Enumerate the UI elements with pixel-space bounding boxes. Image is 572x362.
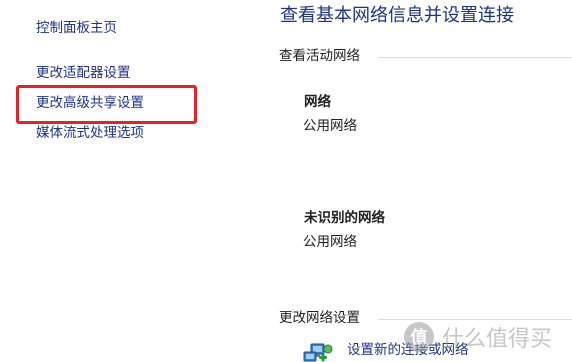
- sidebar-item-change-adapter-settings[interactable]: 更改适配器设置: [36, 65, 131, 82]
- smzdm-watermark-logo: 值 什么值得买: [404, 322, 552, 352]
- active-networks-divider: [378, 57, 572, 58]
- network-setup-icon: [303, 343, 333, 362]
- svg-text:什么值得买: 什么值得买: [442, 327, 552, 352]
- svg-text:值: 值: [411, 327, 428, 348]
- active-networks-header: 查看活动网络: [279, 48, 360, 64]
- network-category[interactable]: 公用网络: [303, 234, 357, 251]
- network-name: 网络: [304, 94, 331, 110]
- network-category[interactable]: 公用网络: [303, 118, 357, 135]
- network-name: 未识别的网络: [304, 210, 385, 226]
- sidebar-item-media-streaming-options[interactable]: 媒体流式处理选项: [36, 125, 144, 142]
- page-title: 查看基本网络信息并设置连接: [280, 5, 514, 26]
- change-network-settings-header: 更改网络设置: [279, 310, 360, 326]
- highlight-annotation-box: [16, 85, 197, 124]
- sidebar-item-control-panel-home[interactable]: 控制面板主页: [36, 20, 117, 37]
